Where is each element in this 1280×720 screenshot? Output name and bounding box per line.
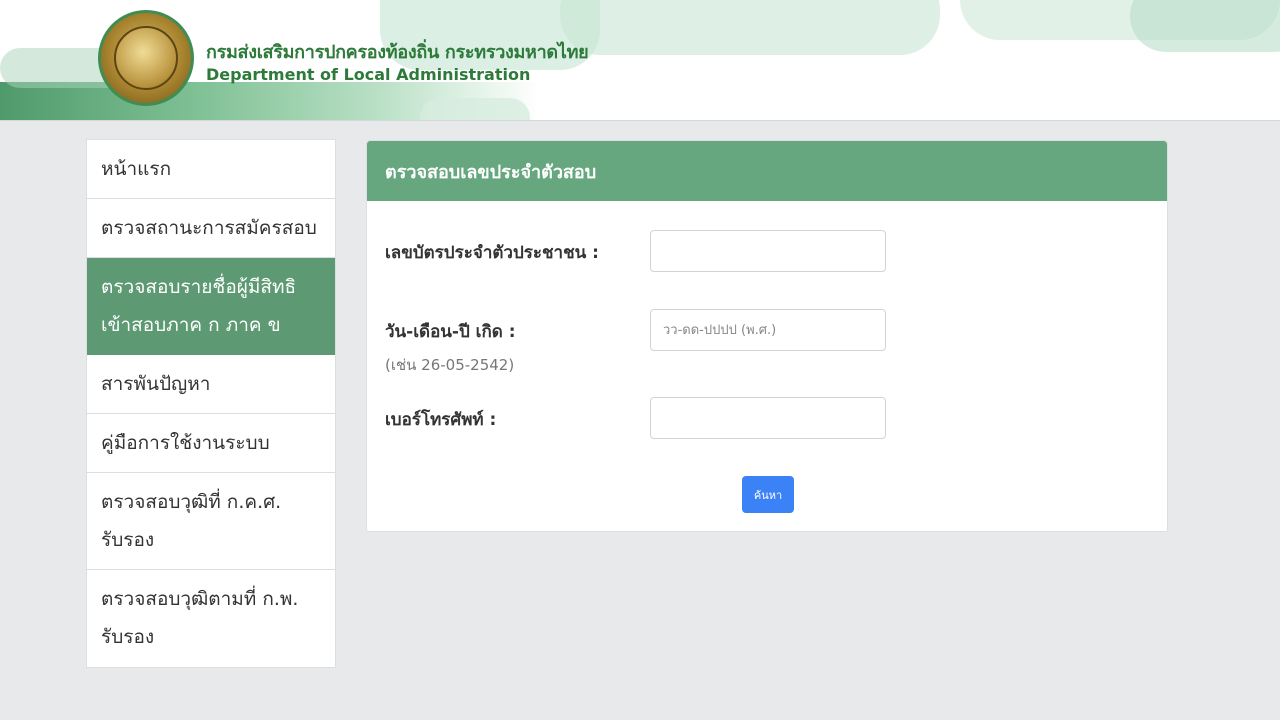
sidebar-item-eligible-list[interactable]: ตรวจสอบรายชื่อผู้มีสิทธิเข้าสอบภาค ก ภาค… (87, 258, 335, 355)
site-header: กรมส่งเสริมการปกครองท้องถิ่น กระทรวงมหาด… (0, 0, 1280, 121)
sidebar-item-application-status[interactable]: ตรวจสถานะการสมัครสอบ (87, 199, 335, 258)
search-button[interactable]: ค้นหา (742, 476, 794, 513)
citizen-id-input[interactable] (650, 230, 886, 272)
sidebar-item-kks-qualifications[interactable]: ตรวจสอบวุฒิที่ ก.ค.ศ. รับรอง (87, 473, 335, 570)
department-title-thai: กรมส่งเสริมการปกครองท้องถิ่น กระทรวงมหาด… (206, 42, 589, 63)
header-decoration (560, 0, 940, 55)
sidebar-item-user-manual[interactable]: คู่มือการใช้งานระบบ (87, 414, 335, 473)
sidebar-item-faq[interactable]: สารพันปัญหา (87, 355, 335, 414)
birthdate-input[interactable] (650, 309, 886, 351)
birthdate-label: วัน-เดือน-ปี เกิด : (385, 322, 516, 342)
department-title-english: Department of Local Administration (206, 65, 531, 84)
card-title: ตรวจสอบเลขประจำตัวสอบ (367, 141, 1167, 201)
exam-id-check-card: ตรวจสอบเลขประจำตัวสอบ เลขบัตรประจำตัวประ… (366, 140, 1168, 532)
header-decoration (1130, 0, 1280, 52)
logo-emblem (114, 26, 178, 90)
header-decoration (420, 98, 530, 120)
sidebar-menu: หน้าแรก ตรวจสถานะการสมัครสอบ ตรวจสอบรายช… (86, 139, 336, 668)
citizen-id-label: เลขบัตรประจำตัวประชาชน : (385, 243, 599, 263)
sidebar-item-kp-qualifications[interactable]: ตรวจสอบวุฒิตามที่ ก.พ. รับรอง (87, 570, 335, 667)
department-logo[interactable] (98, 10, 194, 106)
sidebar-item-home[interactable]: หน้าแรก (87, 140, 335, 199)
phone-input[interactable] (650, 397, 886, 439)
birthdate-hint: (เช่น 26-05-2542) (385, 356, 515, 374)
phone-label: เบอร์โทรศัพท์ : (385, 410, 497, 430)
